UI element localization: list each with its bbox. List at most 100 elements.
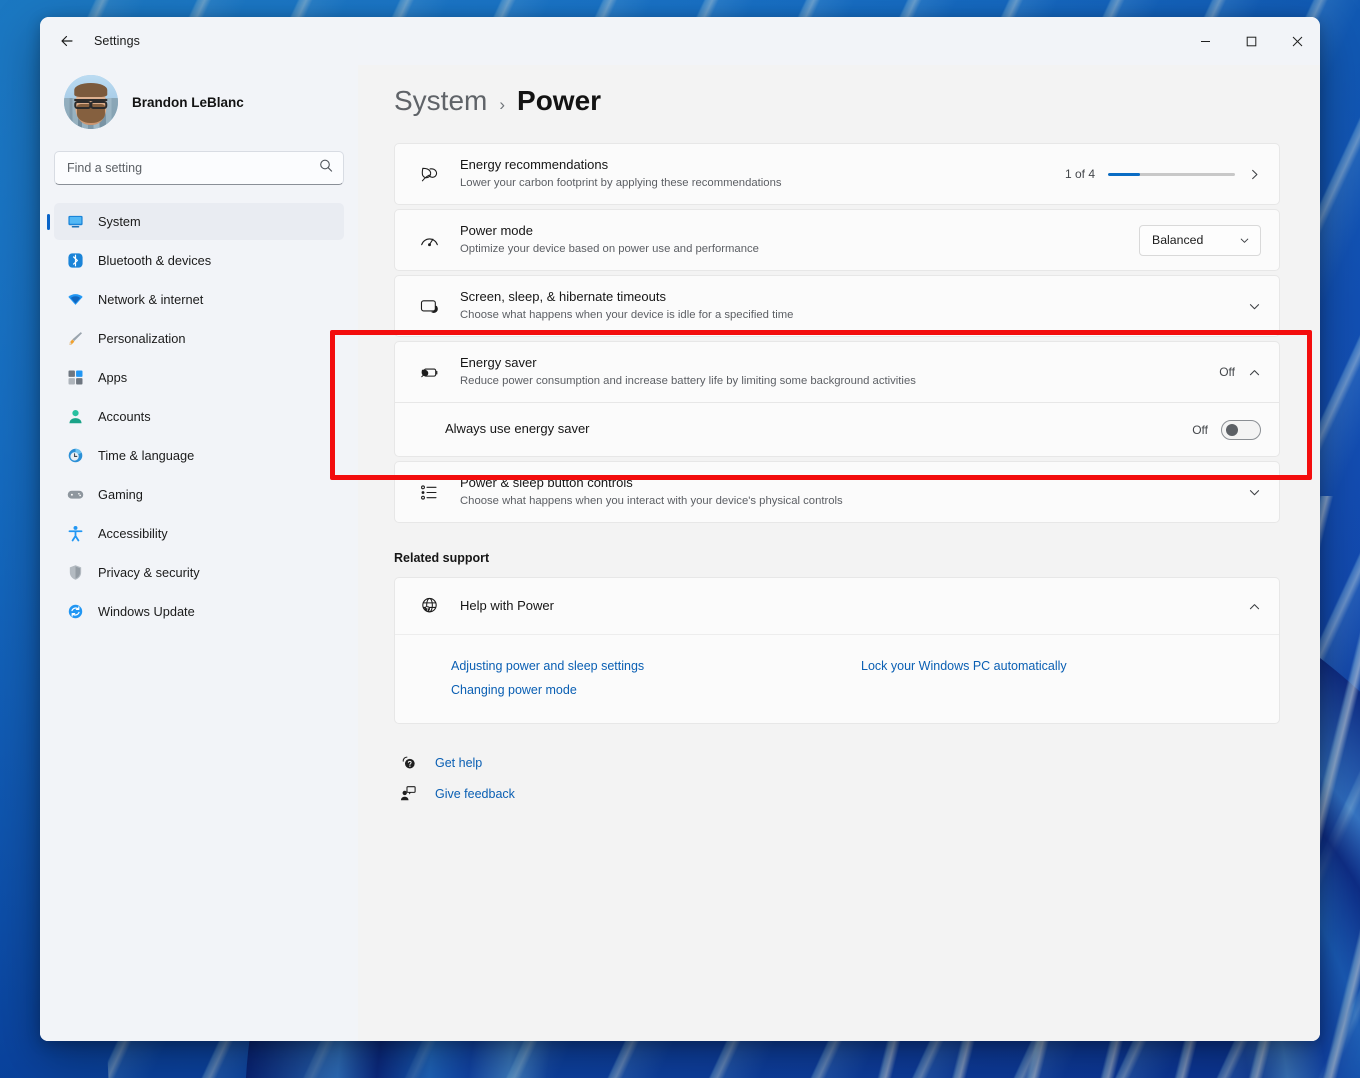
get-help-link[interactable]: Get help [400, 754, 482, 771]
card-right [1248, 300, 1261, 313]
toggle-knob [1226, 423, 1238, 436]
card-subtitle: Reduce power consumption and increase ba… [460, 374, 916, 387]
card-power-sleep-button-controls[interactable]: Power & sleep button controls Choose wha… [394, 461, 1280, 523]
card-right [1248, 486, 1261, 499]
card-right: Balanced [1139, 224, 1261, 256]
energy-saver-group: Energy saver Reduce power consumption an… [394, 341, 1280, 457]
account-block[interactable]: Brandon LeBlanc [54, 65, 344, 145]
paintbrush-icon [66, 330, 84, 348]
leaf-shield-icon [418, 163, 440, 185]
person-icon [66, 408, 84, 426]
list-options-icon [418, 481, 440, 503]
chevron-up-icon[interactable] [1248, 366, 1261, 379]
card-energy-saver[interactable]: Energy saver Reduce power consumption an… [394, 341, 1280, 403]
card-screen-sleep-hibernate-timeouts[interactable]: Screen, sleep, & hibernate timeouts Choo… [394, 275, 1280, 337]
sidebar-item-privacy-security[interactable]: Privacy & security [54, 554, 344, 591]
sidebar-item-label: Windows Update [98, 604, 195, 619]
back-button[interactable] [50, 24, 84, 58]
card-power-mode[interactable]: Power mode Optimize your device based on… [394, 209, 1280, 271]
sidebar: Brandon LeBlanc Find a setting System Bl… [40, 65, 358, 1041]
card-text: Power & sleep button controls Choose wha… [460, 474, 1234, 510]
sidebar-item-label: Apps [98, 370, 128, 385]
sidebar-item-label: Bluetooth & devices [98, 253, 212, 268]
breadcrumb-parent[interactable]: System [394, 85, 487, 117]
help-with-power-header[interactable]: Help with Power [395, 578, 1279, 634]
card-subtitle: Choose what happens when you interact wi… [460, 494, 843, 507]
sidebar-item-accounts[interactable]: Accounts [54, 398, 344, 435]
card-right: 1 of 4 [1065, 167, 1261, 181]
card-title: Energy recommendations [460, 157, 609, 173]
close-icon [1292, 36, 1302, 46]
sidebar-item-label: Accessibility [98, 526, 168, 541]
maximize-icon [1246, 36, 1256, 46]
settings-card-group: Energy recommendations Lower your carbon… [394, 143, 1280, 523]
sidebar-item-personalization[interactable]: Personalization [54, 320, 344, 357]
progress-fill [1108, 172, 1140, 176]
always-use-energy-saver-toggle[interactable] [1221, 419, 1261, 440]
accessibility-icon [66, 525, 84, 543]
sidebar-item-label: Gaming [98, 487, 143, 502]
card-right: Off [1192, 419, 1261, 440]
avatar [64, 75, 118, 129]
feedback-icon [400, 785, 417, 802]
chevron-up-icon[interactable] [1248, 600, 1261, 613]
help-card-title: Help with Power [460, 597, 554, 613]
minimize-button[interactable] [1182, 17, 1228, 65]
screen-sleep-icon [418, 295, 440, 317]
support-link[interactable]: Changing power mode [451, 683, 577, 697]
card-energy-recommendations[interactable]: Energy recommendations Lower your carbon… [394, 143, 1280, 205]
settings-window: Settings Brandon LeBlanc Find a setting … [40, 17, 1320, 1041]
sidebar-item-network-internet[interactable]: Network & internet [54, 281, 344, 318]
sidebar-item-accessibility[interactable]: Accessibility [54, 515, 344, 552]
row-always-use-energy-saver[interactable]: Always use energy saver Off [394, 403, 1280, 457]
title-bar: Settings [40, 17, 1320, 65]
close-button[interactable] [1274, 17, 1320, 65]
chevron-down-icon[interactable] [1248, 300, 1261, 313]
gauge-icon [418, 229, 440, 251]
help-with-power-card: Help with Power Adjusting power and slee… [394, 577, 1280, 724]
card-text: Always use energy saver [445, 420, 1192, 439]
chevron-right-icon[interactable] [1248, 168, 1261, 181]
card-subtitle: Choose what happens when your device is … [460, 308, 794, 321]
card-text: Power mode Optimize your device based on… [460, 222, 1125, 258]
sidebar-item-bluetooth-devices[interactable]: Bluetooth & devices [54, 242, 344, 279]
update-icon [66, 603, 84, 621]
sidebar-item-apps[interactable]: Apps [54, 359, 344, 396]
card-text: Energy recommendations Lower your carbon… [460, 156, 1051, 192]
main-content: System › Power Energy recommendations Lo… [358, 65, 1320, 1041]
give-feedback-link[interactable]: Give feedback [400, 785, 515, 802]
apps-grid-icon [66, 369, 84, 387]
minimize-icon [1200, 40, 1210, 42]
card-title: Power mode [460, 223, 533, 239]
bottom-link-label: Give feedback [435, 786, 515, 801]
window-controls [1182, 17, 1320, 65]
shield-icon [66, 564, 84, 582]
page-title: Power [517, 85, 602, 116]
bottom-link-label: Get help [435, 755, 483, 770]
help-links-grid: Adjusting power and sleep settings Lock … [395, 634, 1279, 723]
breadcrumb-separator: › [499, 95, 506, 114]
progress-bar [1108, 172, 1235, 176]
sidebar-item-time-language[interactable]: Time & language [54, 437, 344, 474]
sidebar-nav: System Bluetooth & devices Network & int… [54, 203, 344, 630]
row-title: Always use energy saver [445, 421, 590, 437]
sidebar-item-label: Time & language [98, 448, 195, 463]
card-right: Off [1219, 365, 1261, 379]
power-mode-dropdown[interactable]: Balanced [1139, 224, 1261, 256]
related-support-heading: Related support [394, 551, 490, 565]
globe-help-icon [418, 595, 440, 617]
support-link[interactable]: Adjusting power and sleep settings [451, 659, 644, 673]
card-title: Energy saver [460, 355, 537, 371]
wifi-icon [66, 291, 84, 309]
sidebar-item-label: Personalization [98, 331, 186, 346]
card-title: Screen, sleep, & hibernate timeouts [460, 289, 666, 305]
maximize-button[interactable] [1228, 17, 1274, 65]
search-input[interactable] [54, 151, 344, 185]
chevron-down-icon[interactable] [1248, 486, 1261, 499]
sidebar-item-label: Privacy & security [98, 565, 200, 580]
sidebar-item-gaming[interactable]: Gaming [54, 476, 344, 513]
card-text: Help with Power [460, 597, 1234, 616]
sidebar-item-system[interactable]: System [54, 203, 344, 240]
support-link[interactable]: Lock your Windows PC automatically [861, 659, 1067, 673]
sidebar-item-windows-update[interactable]: Windows Update [54, 593, 344, 630]
